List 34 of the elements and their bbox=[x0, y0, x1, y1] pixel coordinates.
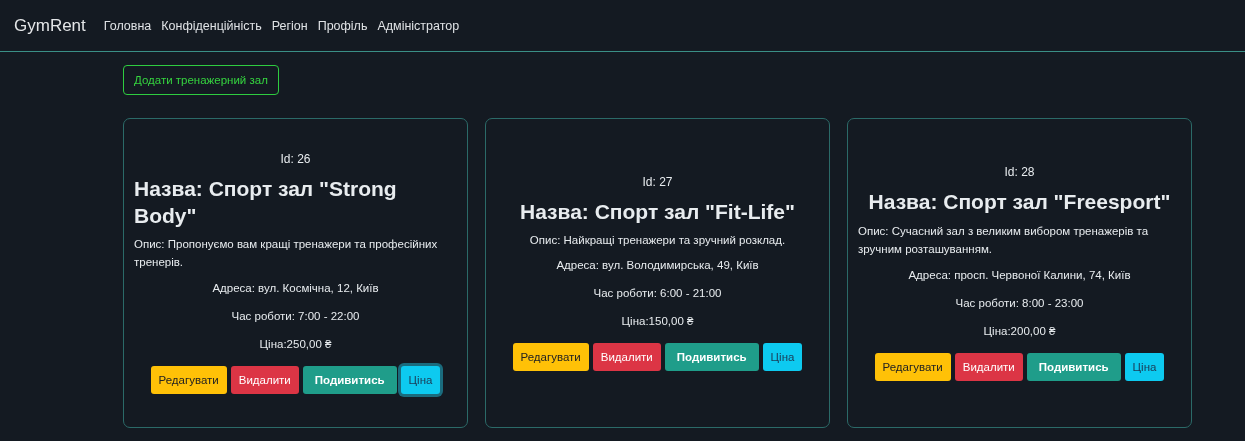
gym-hours: Час роботи: 7:00 - 22:00 bbox=[231, 309, 360, 322]
gym-address: Адреса: вул. Космічна, 12, Київ bbox=[212, 281, 379, 294]
gym-price: Ціна:250,00 ₴ bbox=[259, 337, 332, 350]
gym-price: Ціна:200,00 ₴ bbox=[983, 324, 1056, 337]
add-gym-button[interactable]: Додати тренажерний зал bbox=[123, 65, 279, 95]
gym-price: Ціна:150,00 ₴ bbox=[621, 315, 694, 328]
gym-description: Опис: Сучасний зал з великим вибором тренажерів та зручним розташуванням. bbox=[858, 223, 1150, 258]
edit-button[interactable]: Редагувати bbox=[874, 352, 951, 381]
gym-hours: Час роботи: 8:00 - 23:00 bbox=[955, 296, 1084, 309]
gym-address: Адреса: просп. Червоної Калини, 74, Київ bbox=[908, 268, 1131, 281]
gym-name: Назва: Спорт зал "Fit-Life" bbox=[520, 198, 795, 225]
nav-link[interactable]: Головна bbox=[103, 18, 152, 33]
nav-link[interactable]: Конфіденційність bbox=[161, 18, 262, 33]
delete-button[interactable]: Видалити bbox=[230, 365, 299, 394]
gym-name: Назва: Спорт зал "Strong Body" bbox=[134, 176, 398, 229]
gym-description: Опис: Найкращі тренажери та зручний розклад. bbox=[529, 232, 786, 248]
gym-description: Опис: Пропонуємо вам кращі тренажери та професійних тренерів. bbox=[134, 236, 439, 271]
gym-name: Назва: Спорт зал "Freesport" bbox=[868, 189, 1171, 216]
delete-button[interactable]: Видалити bbox=[592, 343, 661, 372]
gym-hours: Час роботи: 6:00 - 21:00 bbox=[593, 287, 722, 300]
nav-link[interactable]: Адміністратор bbox=[377, 18, 460, 33]
brand-link[interactable]: GymRent bbox=[14, 15, 86, 36]
gym-id: Id: 27 bbox=[642, 174, 673, 189]
price-button[interactable]: Ціна bbox=[1124, 352, 1165, 381]
nav-link[interactable]: Регіон bbox=[271, 18, 308, 33]
nav-link[interactable]: Профіль bbox=[317, 18, 368, 33]
delete-button[interactable]: Видалити bbox=[954, 352, 1023, 381]
edit-button[interactable]: Редагувати bbox=[512, 343, 589, 372]
price-button[interactable]: Ціна bbox=[762, 343, 803, 372]
gym-id: Id: 28 bbox=[1004, 165, 1035, 180]
gym-id: Id: 26 bbox=[280, 152, 311, 167]
edit-button[interactable]: Редагувати bbox=[150, 365, 227, 394]
price-button[interactable]: Ціна bbox=[400, 365, 441, 394]
gym-address: Адреса: вул. Володимирська, 49, Київ bbox=[556, 259, 759, 272]
